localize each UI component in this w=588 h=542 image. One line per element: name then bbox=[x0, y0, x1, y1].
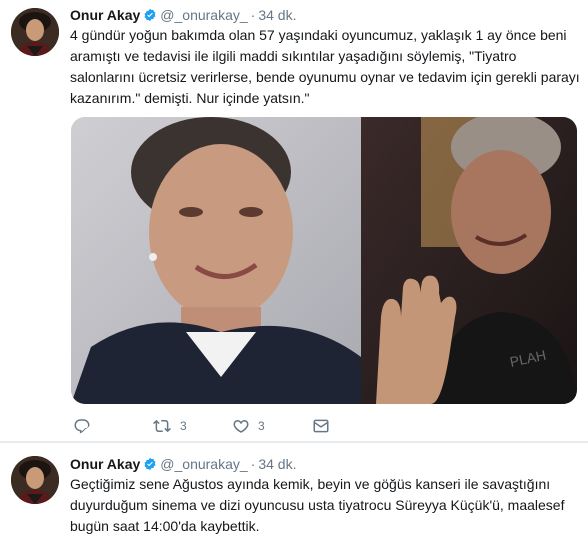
tweet[interactable]: Onur Akay @_onurakay_ · 34 dk. Geçtiğimiz s… bbox=[0, 443, 588, 542]
author-name[interactable]: Onur Akay bbox=[70, 456, 140, 472]
tweet-photo[interactable]: PLAH bbox=[71, 117, 577, 404]
reply-button[interactable] bbox=[73, 417, 152, 435]
header-separator: · bbox=[250, 456, 256, 472]
like-count: 3 bbox=[258, 419, 265, 433]
direct-message-icon bbox=[313, 419, 329, 433]
tweet-header: Onur Akay @_onurakay_ · 34 dk. bbox=[70, 6, 296, 24]
like-icon bbox=[233, 419, 249, 433]
tweet-timestamp[interactable]: 34 dk. bbox=[258, 7, 296, 23]
author-avatar[interactable] bbox=[11, 456, 59, 504]
retweet-count: 3 bbox=[180, 419, 187, 433]
tweet-timestamp[interactable]: 34 dk. bbox=[258, 456, 296, 472]
verified-badge-icon bbox=[144, 8, 156, 22]
author-avatar[interactable] bbox=[11, 8, 59, 56]
reply-icon bbox=[74, 419, 90, 434]
tweet[interactable]: Onur Akay @_onurakay_ · 34 dk. 4 gündür yoğ… bbox=[0, 0, 588, 441]
tweet-text: Geçtiğimiz sene Ağustos ayında kemik, be… bbox=[70, 476, 565, 534]
like-button[interactable]: 3 bbox=[232, 417, 312, 435]
tweet-actions: 3 3 bbox=[73, 416, 330, 436]
author-handle[interactable]: @_onurakay_ bbox=[160, 7, 247, 23]
direct-message-button[interactable] bbox=[312, 417, 330, 435]
verified-badge-icon bbox=[144, 457, 156, 471]
retweet-button[interactable]: 3 bbox=[152, 417, 232, 435]
tweet-text: 4 gündür yoğun bakımda olan 57 yaşındaki… bbox=[70, 27, 580, 106]
author-handle[interactable]: @_onurakay_ bbox=[160, 456, 247, 472]
header-separator: · bbox=[250, 7, 256, 23]
retweet-icon bbox=[153, 419, 171, 433]
author-name[interactable]: Onur Akay bbox=[70, 7, 140, 23]
tweet-header: Onur Akay @_onurakay_ · 34 dk. bbox=[70, 455, 296, 473]
